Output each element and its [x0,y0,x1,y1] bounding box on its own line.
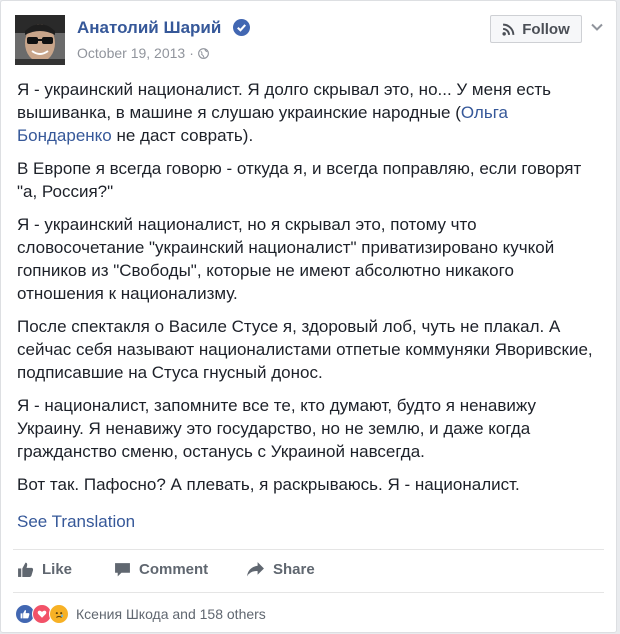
post-paragraph: Я - украинский националист, но я скрывал… [17,215,555,303]
comment-label: Comment [139,561,209,578]
thumbs-up-icon [18,562,34,577]
see-translation-link[interactable]: See Translation [17,512,135,532]
comment-icon [115,563,130,577]
post-paragraph: В Европе я всегда говорю - откуда я, и в… [17,159,582,201]
rss-icon [502,23,515,36]
divider [13,549,604,550]
reactions-summary[interactable]: Ксения Шкода and 158 others [15,604,266,624]
globe-icon[interactable] [197,48,209,59]
meta-separator: · [189,45,194,61]
like-label: Like [42,561,73,578]
comment-button[interactable]: Comment [114,561,208,578]
verified-badge-icon [233,19,250,36]
author-name[interactable]: Анатолий Шарий [77,18,221,38]
follow-label: Follow [522,20,570,38]
action-bar: Like Comment Share [17,557,597,587]
sad-icon [49,604,69,624]
follow-button[interactable]: Follow [490,15,582,43]
post-card: Анатолий Шарий October 19, 2013 · Follow … [0,0,617,633]
post-paragraph: После спектакля о Василе Стусе я, здоров… [17,317,593,382]
post-paragraph: Вот так. Пафосно? А плевать, я раскрываю… [17,475,520,494]
like-button[interactable]: Like [17,561,72,578]
post-paragraph: Я - националист, запомните все те, кто д… [17,396,536,461]
share-icon [247,562,264,577]
divider [13,592,604,593]
post-body: Я - украинский националист. Я долго скры… [17,78,597,506]
share-label: Share [273,561,315,578]
chevron-down-icon[interactable] [589,19,605,35]
avatar[interactable] [15,15,65,65]
post-date[interactable]: October 19, 2013 [77,45,185,61]
post-meta: October 19, 2013 · [77,45,209,61]
post-paragraph: Я - украинский националист. Я долго скры… [17,80,551,145]
share-button[interactable]: Share [246,561,315,578]
post-header: Анатолий Шарий October 19, 2013 · Follow [15,15,605,65]
reactions-text[interactable]: Ксения Шкода and 158 others [76,606,266,622]
